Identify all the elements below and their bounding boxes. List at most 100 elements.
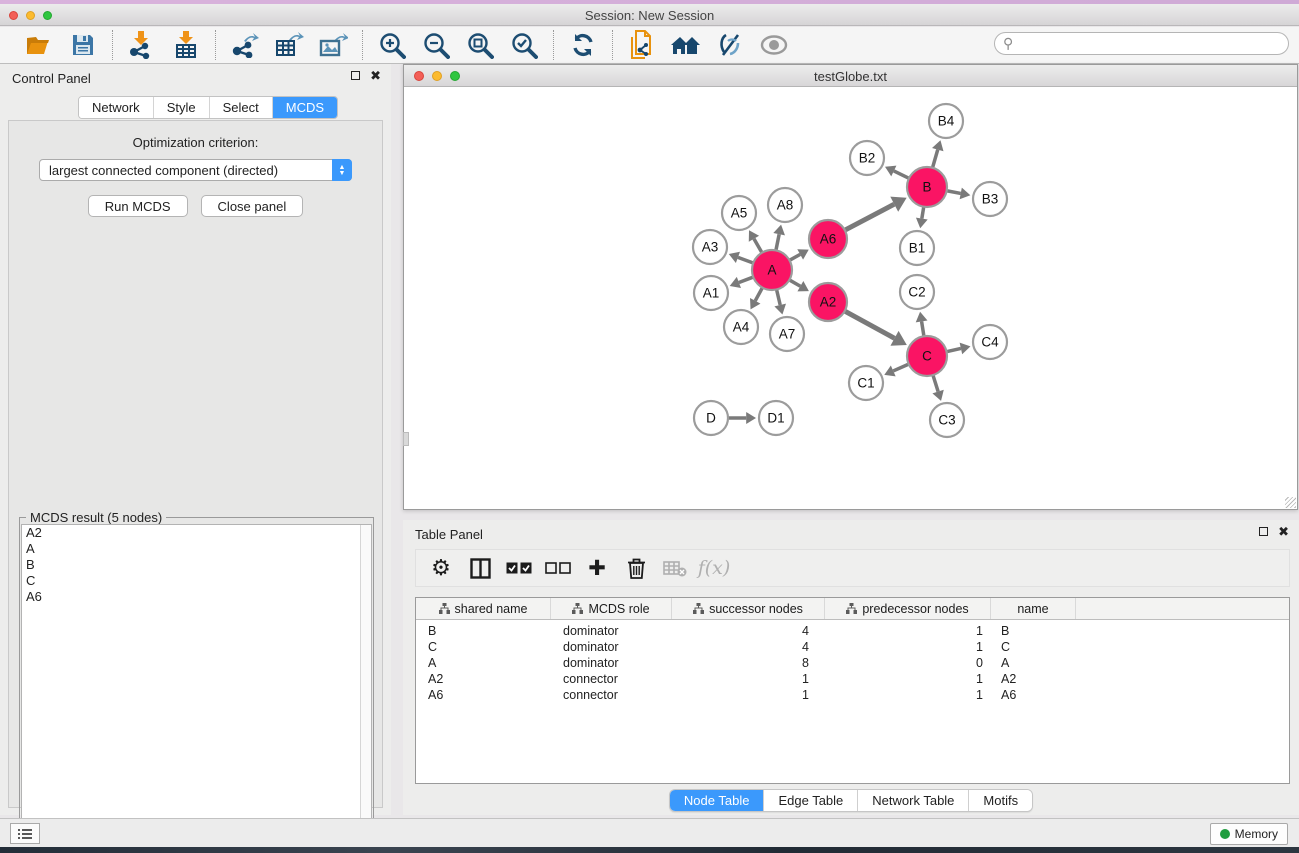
edge-A-A7[interactable]	[777, 289, 781, 305]
result-item[interactable]: A6	[22, 589, 371, 605]
app-titlebar: Session: New Session	[0, 4, 1299, 26]
create-column-icon[interactable]: ✚	[582, 553, 612, 583]
column-header-name[interactable]: name	[991, 598, 1076, 619]
open-session-icon[interactable]	[22, 30, 56, 60]
edge-A-A2[interactable]	[789, 280, 800, 286]
hide-graphics-icon[interactable]	[713, 30, 747, 60]
table-settings-gear-icon[interactable]: ⚙	[426, 553, 456, 583]
table-cell: B	[991, 623, 1076, 639]
home-icon[interactable]	[669, 30, 703, 60]
zoom-fit-icon[interactable]	[463, 30, 497, 60]
edge-C-C3[interactable]	[933, 375, 938, 391]
result-item[interactable]: A	[22, 541, 371, 557]
edge-arrowhead	[916, 312, 928, 323]
column-header-predecessor-nodes[interactable]: predecessor nodes	[825, 598, 991, 619]
edge-arrowhead	[960, 343, 971, 355]
delete-table-icon[interactable]	[660, 553, 690, 583]
zoom-out-icon[interactable]	[419, 30, 453, 60]
result-item[interactable]: C	[22, 573, 371, 589]
edge-A-A4[interactable]	[755, 288, 762, 301]
virtual-column-icon	[572, 603, 583, 614]
virtual-column-icon	[846, 603, 857, 614]
clone-network-icon[interactable]	[625, 30, 659, 60]
column-header-shared-name[interactable]: shared name	[416, 598, 551, 619]
edge-C-C4[interactable]	[947, 348, 961, 351]
edge-B-B1[interactable]	[922, 207, 924, 219]
window-resize-handle[interactable]	[1285, 497, 1296, 508]
column-header-MCDS-role[interactable]: MCDS role	[551, 598, 672, 619]
table-cell: dominator	[551, 623, 672, 639]
tab-network-table[interactable]: Network Table	[858, 790, 969, 811]
column-header-successor-nodes[interactable]: successor nodes	[672, 598, 825, 619]
export-network-icon[interactable]	[228, 30, 262, 60]
zoom-selected-icon[interactable]	[507, 30, 541, 60]
table-cell: 1	[825, 671, 991, 687]
mcds-result-title: MCDS result (5 nodes)	[26, 510, 166, 525]
deselect-all-columns-icon[interactable]	[543, 553, 573, 583]
table-cell: A6	[991, 687, 1076, 703]
edge-A-A8[interactable]	[776, 234, 779, 250]
network-window-titlebar[interactable]: testGlobe.txt	[404, 65, 1297, 87]
delete-column-icon[interactable]	[621, 553, 651, 583]
window-edge-grip[interactable]	[403, 432, 409, 446]
app-title: Session: New Session	[0, 8, 1299, 23]
save-session-icon[interactable]	[66, 30, 100, 60]
result-scrollbar[interactable]	[360, 525, 371, 850]
close-panel-icon[interactable]: ✖	[370, 71, 381, 80]
show-column-panel-icon[interactable]	[465, 553, 495, 583]
tab-motifs[interactable]: Motifs	[969, 790, 1032, 811]
float-table-panel-icon[interactable]	[1259, 527, 1268, 536]
tab-mcds[interactable]: MCDS	[273, 97, 337, 118]
node-table[interactable]: shared nameMCDS rolesuccessor nodesprede…	[415, 597, 1290, 784]
edge-B-B2[interactable]	[894, 171, 909, 178]
mcds-result-items: A2ABCA6	[22, 525, 371, 605]
run-mcds-button[interactable]: Run MCDS	[88, 195, 188, 217]
refresh-icon[interactable]	[566, 30, 600, 60]
edge-C-C2[interactable]	[922, 321, 924, 336]
export-table-icon[interactable]	[272, 30, 306, 60]
edge-A-A3[interactable]	[738, 257, 753, 263]
function-builder-icon[interactable]: f(x)	[699, 553, 729, 583]
close-table-panel-icon[interactable]: ✖	[1278, 527, 1289, 536]
import-network-icon[interactable]	[125, 30, 159, 60]
mcds-result-list[interactable]: A2ABCA6	[21, 524, 372, 851]
edge-A-A5[interactable]	[754, 239, 762, 253]
table-cell: 4	[672, 639, 825, 655]
tab-edge-table[interactable]: Edge Table	[764, 790, 858, 811]
table-row[interactable]: A6connector11A6	[416, 687, 1289, 703]
result-item[interactable]: B	[22, 557, 371, 573]
table-row[interactable]: Bdominator41B	[416, 623, 1289, 639]
zoom-in-icon[interactable]	[375, 30, 409, 60]
table-row[interactable]: Adominator80A	[416, 655, 1289, 671]
tab-style[interactable]: Style	[154, 97, 210, 118]
tab-network[interactable]: Network	[79, 97, 154, 118]
tab-node-table[interactable]: Node Table	[670, 790, 765, 811]
table-row[interactable]: A2connector11A2	[416, 671, 1289, 687]
select-all-columns-icon[interactable]	[504, 553, 534, 583]
control-panel-tabs: NetworkStyleSelectMCDS	[78, 96, 338, 119]
memory-button[interactable]: Memory	[1210, 823, 1288, 845]
table-cell: 8	[672, 655, 825, 671]
tab-select[interactable]: Select	[210, 97, 273, 118]
edge-C-C1[interactable]	[893, 364, 908, 371]
close-panel-button[interactable]: Close panel	[201, 195, 304, 217]
edge-B-B4[interactable]	[933, 150, 938, 168]
table-cell: C	[416, 639, 551, 655]
edge-A-A6[interactable]	[789, 254, 800, 260]
import-table-icon[interactable]	[169, 30, 203, 60]
edge-B-B3[interactable]	[947, 191, 961, 194]
task-history-button[interactable]	[10, 823, 40, 844]
table-cell: 1	[825, 687, 991, 703]
criterion-dropdown[interactable]: largest connected component (directed) ▲…	[39, 159, 352, 181]
export-image-icon[interactable]	[316, 30, 350, 60]
edge-A6-B[interactable]	[845, 204, 894, 230]
result-item[interactable]: A2	[22, 525, 371, 541]
eye-icon[interactable]	[757, 30, 791, 60]
edge-A-A1[interactable]	[739, 277, 753, 282]
graph-node-label: A8	[777, 198, 794, 213]
table-row[interactable]: Cdominator41C	[416, 639, 1289, 655]
network-graph[interactable]: B4B2BB3A8A5A6A3B1AC2A1A2A4A7C4CC1C3DD1	[404, 88, 1297, 509]
edge-A2-C[interactable]	[845, 311, 895, 338]
search-input[interactable]	[994, 32, 1289, 55]
float-panel-icon[interactable]	[351, 71, 360, 80]
